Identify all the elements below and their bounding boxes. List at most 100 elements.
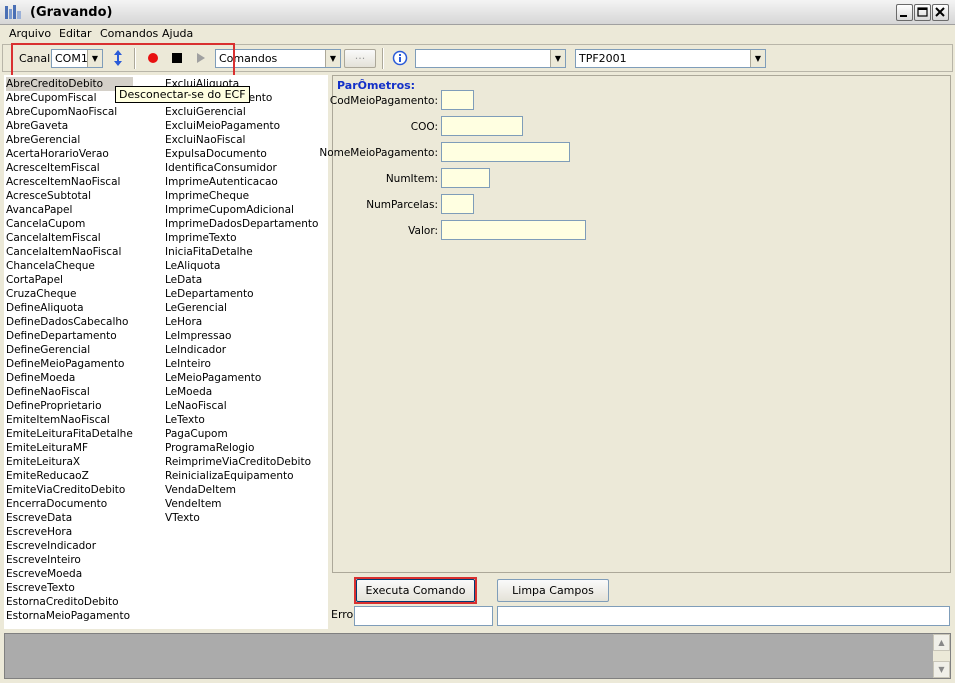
command-list-item[interactable]: LeImpressao <box>165 329 318 343</box>
scroll-up-icon[interactable]: ▲ <box>933 634 950 651</box>
command-list-item[interactable]: LeTexto <box>165 413 318 427</box>
command-list-item[interactable]: DefineDadosCabecalho <box>6 315 133 329</box>
secondary-select[interactable]: ▼ <box>415 49 566 68</box>
numparcelas-field[interactable] <box>441 194 474 214</box>
coo-input[interactable] <box>442 117 522 135</box>
menu-ajuda[interactable]: Ajuda <box>162 27 193 40</box>
menu-arquivo[interactable]: Arquivo <box>9 27 51 40</box>
command-list-item[interactable]: EscreveTexto <box>6 581 133 595</box>
command-list-item[interactable]: ProgramaRelogio <box>165 441 318 455</box>
command-list-item[interactable]: EstornaCreditoDebito <box>6 595 133 609</box>
command-list-item[interactable]: AcresceSubtotal <box>6 189 133 203</box>
command-list-item[interactable]: ImprimeCupomAdicional <box>165 203 318 217</box>
clear-fields-button[interactable]: Limpa Campos <box>497 579 609 602</box>
command-list-item[interactable]: EscreveIndicador <box>6 539 133 553</box>
minimize-button[interactable] <box>896 4 913 21</box>
command-list-item[interactable]: EscreveInteiro <box>6 553 133 567</box>
output-scrollbar[interactable]: ▲ ▼ <box>933 634 950 678</box>
numitem-field[interactable] <box>441 168 490 188</box>
valor-field[interactable] <box>441 220 586 240</box>
command-list-item[interactable]: ReinicializaEquipamento <box>165 469 318 483</box>
command-list-item[interactable]: CancelaItemNaoFiscal <box>6 245 133 259</box>
nomemeiopagamento-field[interactable] <box>441 142 570 162</box>
command-list-item[interactable]: AvancaPapel <box>6 203 133 217</box>
command-list-item[interactable]: LeHora <box>165 315 318 329</box>
command-list-item[interactable]: EmiteItemNaoFiscal <box>6 413 133 427</box>
info-button[interactable] <box>389 48 411 68</box>
maximize-button[interactable] <box>914 4 931 21</box>
command-list[interactable]: AbreCreditoDebito AbreCupomFiscal AbreCupo… <box>4 75 328 629</box>
command-list-item[interactable]: LeMeioPagamento <box>165 371 318 385</box>
command-list-item[interactable]: LeGerencial <box>165 301 318 315</box>
command-list-item[interactable]: DefineGerencial <box>6 343 133 357</box>
coo-field[interactable] <box>441 116 523 136</box>
command-list-item[interactable]: LeDepartamento <box>165 287 318 301</box>
command-list-item[interactable]: EncerraDocumento <box>6 497 133 511</box>
command-list-item[interactable]: ExpulsaDocumento <box>165 147 318 161</box>
command-list-item[interactable]: EscreveData <box>6 511 133 525</box>
codmeiopagamento-input[interactable] <box>442 91 473 109</box>
command-list-item[interactable]: EmiteReducaoZ <box>6 469 133 483</box>
numitem-input[interactable] <box>442 169 489 187</box>
command-list-item[interactable]: EscreveMoeda <box>6 567 133 581</box>
command-list-item[interactable]: CruzaCheque <box>6 287 133 301</box>
command-list-item[interactable]: ImprimeCheque <box>165 189 318 203</box>
command-list-item[interactable]: LeMoeda <box>165 385 318 399</box>
command-list-item[interactable]: LeNaoFiscal <box>165 399 318 413</box>
command-list-item[interactable]: PagaCupom <box>165 427 318 441</box>
command-list-item[interactable]: AbreGaveta <box>6 119 133 133</box>
command-list-item[interactable]: AcertaHorarioVerao <box>6 147 133 161</box>
output-area[interactable]: ▲ ▼ <box>4 633 951 679</box>
command-list-item[interactable]: ExcluiGerencial <box>165 105 318 119</box>
numparcelas-input[interactable] <box>442 195 473 213</box>
command-list-item[interactable]: AcresceItemFiscal <box>6 161 133 175</box>
command-list-item[interactable]: AbreCupomFiscal <box>6 91 133 105</box>
command-list-item[interactable]: IdentificaConsumidor <box>165 161 318 175</box>
command-list-item[interactable]: VendaDeItem <box>165 483 318 497</box>
command-list-item[interactable]: EmiteLeituraFitaDetalhe <box>6 427 133 441</box>
command-list-item[interactable]: DefineNaoFiscal <box>6 385 133 399</box>
command-list-item[interactable]: LeAliquota <box>165 259 318 273</box>
command-list-item[interactable]: LeData <box>165 273 318 287</box>
command-list-item[interactable]: LeInteiro <box>165 357 318 371</box>
command-list-item[interactable]: CancelaCupom <box>6 217 133 231</box>
command-list-item[interactable]: ExcluiNaoFiscal <box>165 133 318 147</box>
command-list-item[interactable]: AbreCupomNaoFiscal <box>6 105 133 119</box>
command-list-item[interactable]: EmiteLeituraX <box>6 455 133 469</box>
command-list-item[interactable]: DefineMeioPagamento <box>6 357 133 371</box>
command-list-item[interactable]: VTexto <box>165 511 318 525</box>
browse-button[interactable]: ··· <box>344 49 376 68</box>
command-list-item[interactable]: ReimprimeViaCreditoDebito <box>165 455 318 469</box>
command-list-item[interactable]: CortaPapel <box>6 273 133 287</box>
command-list-item[interactable]: IniciaFitaDetalhe <box>165 245 318 259</box>
menu-comandos[interactable]: Comandos <box>100 27 158 40</box>
command-list-item[interactable]: EmiteLeituraMF <box>6 441 133 455</box>
menu-editar[interactable]: Editar <box>59 27 92 40</box>
info-icon <box>392 50 408 66</box>
scroll-down-icon[interactable]: ▼ <box>933 661 950 678</box>
command-list-item[interactable]: EmiteViaCreditoDebito <box>6 483 133 497</box>
command-list-item[interactable]: AbreCreditoDebito <box>6 77 133 91</box>
close-button[interactable] <box>932 4 949 21</box>
command-list-item[interactable]: EstornaMeioPagamento <box>6 609 133 623</box>
model-select[interactable]: TPF2001 ▼ <box>575 49 766 68</box>
command-list-item[interactable]: AbreGerencial <box>6 133 133 147</box>
command-list-item[interactable]: DefineDepartamento <box>6 329 133 343</box>
command-list-item[interactable]: ImprimeTexto <box>165 231 318 245</box>
command-list-item[interactable]: DefineProprietario <box>6 399 133 413</box>
command-list-item[interactable]: AcresceItemNaoFiscal <box>6 175 133 189</box>
command-list-item[interactable]: ChancelaCheque <box>6 259 133 273</box>
command-list-item[interactable]: VendeItem <box>165 497 318 511</box>
nomemeiopagamento-input[interactable] <box>442 143 569 161</box>
valor-input[interactable] <box>442 221 585 239</box>
minimize-icon <box>900 15 907 17</box>
command-list-item[interactable]: ImprimeDadosDepartamento <box>165 217 318 231</box>
command-list-item[interactable]: ImprimeAutenticacao <box>165 175 318 189</box>
command-list-item[interactable]: LeIndicador <box>165 343 318 357</box>
command-list-item[interactable]: ExcluiMeioPagamento <box>165 119 318 133</box>
command-list-item[interactable]: DefineAliquota <box>6 301 133 315</box>
command-list-item[interactable]: DefineMoeda <box>6 371 133 385</box>
codmeiopagamento-field[interactable] <box>441 90 474 110</box>
command-list-item[interactable]: EscreveHora <box>6 525 133 539</box>
command-list-item[interactable]: CancelaItemFiscal <box>6 231 133 245</box>
